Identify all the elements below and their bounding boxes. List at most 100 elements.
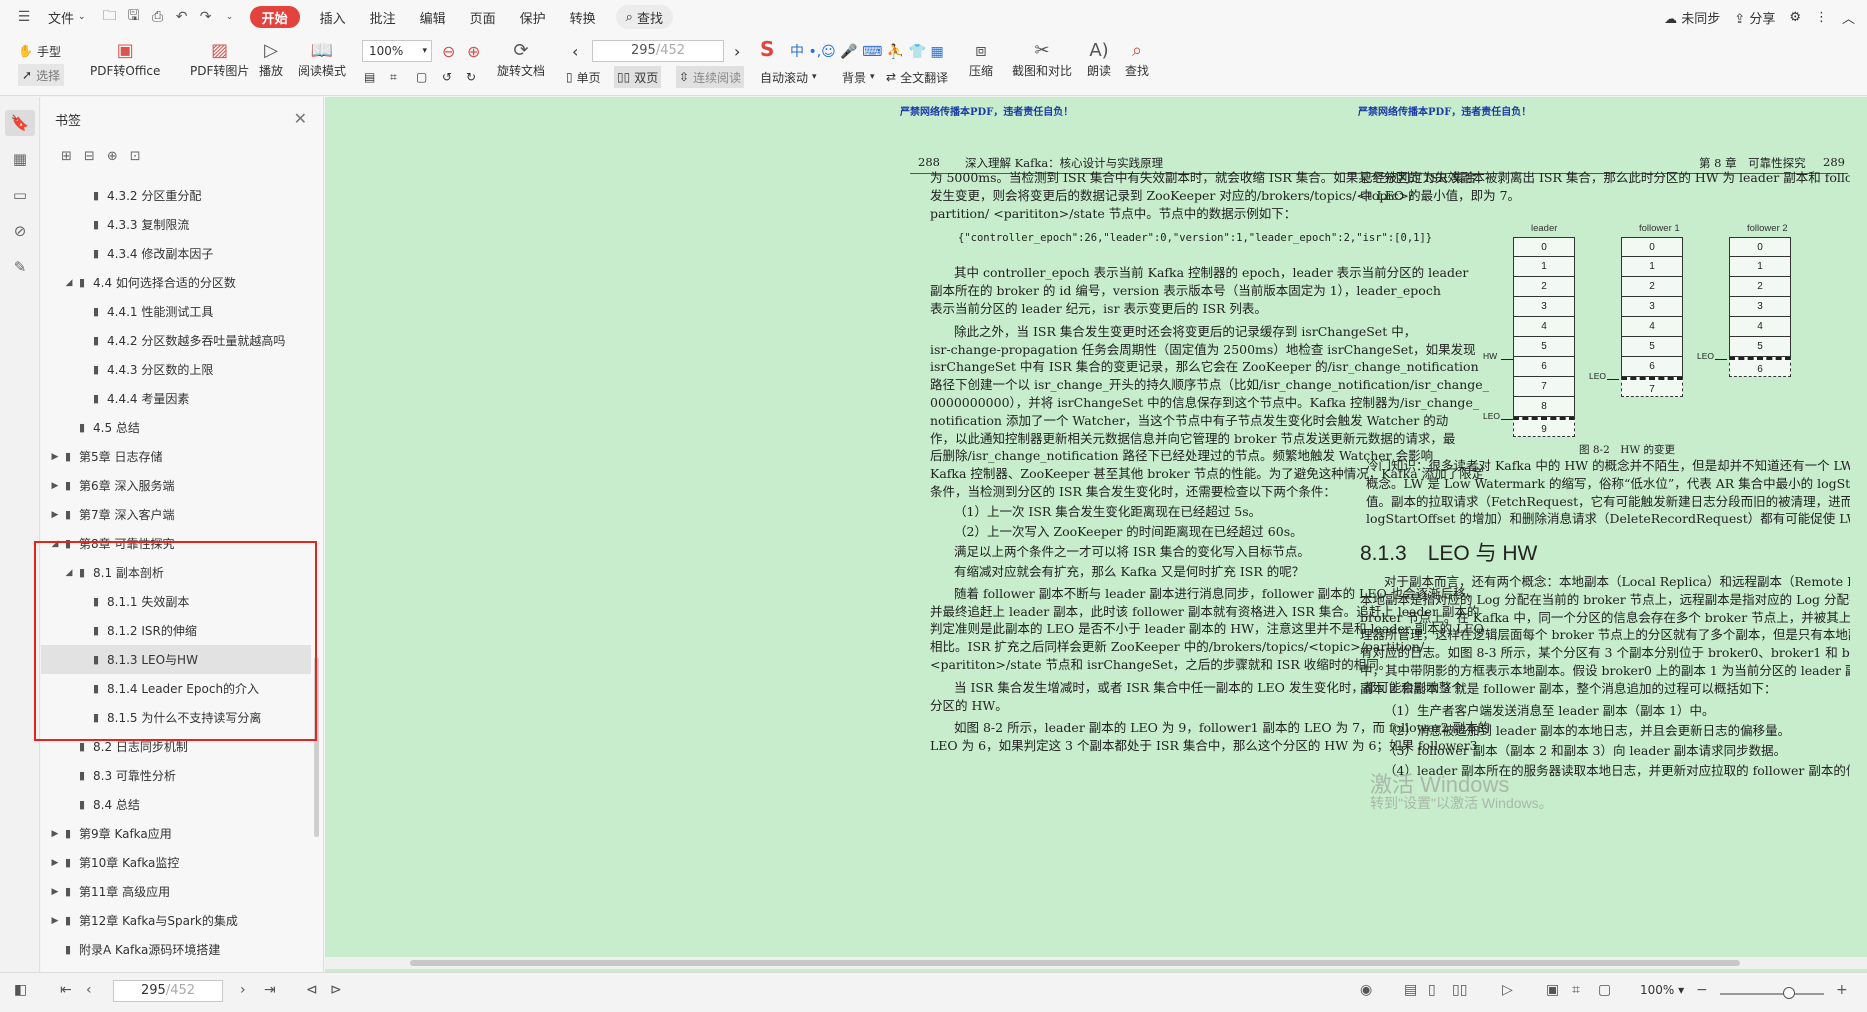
signature-icon[interactable]: ✎ xyxy=(0,249,40,285)
save-icon[interactable]: 🖫 xyxy=(122,0,146,34)
undo-icon[interactable]: ↶ xyxy=(170,0,194,34)
fit-page-icon[interactable]: ▤ xyxy=(364,66,375,88)
tab-page[interactable]: 页面 xyxy=(458,0,508,34)
sync-button[interactable]: ☁ 未同步 xyxy=(1664,8,1720,27)
bookmark-item[interactable]: ▮ 4.5 总结 xyxy=(41,413,311,442)
bookmark-item[interactable]: ◢ ▮ 第8章 可靠性探究 xyxy=(41,529,311,558)
status-page-input[interactable]: 295/452 xyxy=(113,980,223,1002)
expand-all-icon[interactable]: ⊞ xyxy=(61,149,72,164)
rotate-doc-button[interactable]: ⟳ 旋转文档 xyxy=(497,38,545,79)
expand-toggle-icon[interactable]: ▶ xyxy=(49,887,61,897)
expand-toggle-icon[interactable]: ▶ xyxy=(49,510,61,520)
print-icon[interactable]: ⎙ xyxy=(146,0,170,34)
page-number-input[interactable]: 295/452 xyxy=(592,40,724,62)
double-page-view-icon[interactable]: ▯▯ xyxy=(1452,982,1467,998)
zoom-in-icon[interactable]: ⊕ xyxy=(467,40,480,62)
tab-protect[interactable]: 保护 xyxy=(508,0,558,34)
tab-annotate[interactable]: 批注 xyxy=(358,0,408,34)
bookmark-item[interactable]: ▶ ▮ 第5章 日志存储 xyxy=(41,442,311,471)
compress-button[interactable]: ⧈ 压缩 xyxy=(968,38,994,79)
last-page-icon[interactable]: ⇥ xyxy=(264,982,276,998)
search-button[interactable]: ⌕ 查找 xyxy=(615,5,673,29)
expand-toggle-icon[interactable]: ◢ xyxy=(49,539,61,549)
bookmark-item[interactable]: ▮ 8.1.3 LEO与HW xyxy=(41,645,311,674)
redo-icon[interactable]: ↷ xyxy=(194,0,218,34)
translate-button[interactable]: ⇄ 全文翻译 xyxy=(886,66,948,88)
back-icon[interactable]: ⊲ xyxy=(306,982,318,998)
bookmark-item[interactable]: ▮ 附录A Kafka源码环境搭建 xyxy=(41,935,311,964)
prev-page-icon[interactable]: ‹ xyxy=(572,40,578,62)
fit-width-icon[interactable]: ⌗ xyxy=(390,66,397,88)
bookmark-item[interactable]: ▮ 4.4.2 分区数越多吞吐量就越高吗 xyxy=(41,326,311,355)
bookmark-item[interactable]: ▮ 4.3.4 修改副本因子 xyxy=(41,239,311,268)
read-mode-button[interactable]: 📖 阅读模式 xyxy=(298,38,346,79)
bookmark-item[interactable]: ▮ 8.1.2 ISR的伸缩 xyxy=(41,616,311,645)
pdf-to-image-button[interactable]: ▨ PDF转图片 xyxy=(190,38,249,79)
bookmark-item[interactable]: ▶ ▮ 第10章 Kafka监控 xyxy=(41,848,311,877)
file-menu[interactable]: 文件 ⌄ xyxy=(36,0,98,34)
collapse-ribbon-icon[interactable]: ︿ xyxy=(1842,8,1855,27)
eye-icon[interactable]: ◉ xyxy=(1360,982,1372,998)
add-bookmark-icon[interactable]: ⊕ xyxy=(107,149,118,164)
bookmark-item[interactable]: ▮ 8.1.1 失效副本 xyxy=(41,587,311,616)
expand-toggle-icon[interactable]: ▶ xyxy=(49,829,61,839)
bookmark-item[interactable]: ▮ 8.3 可靠性分析 xyxy=(41,761,311,790)
play-button[interactable]: ▷ 播放 xyxy=(258,38,284,79)
settings-icon[interactable]: ⚙ xyxy=(1789,10,1801,25)
read-aloud-button[interactable]: A) 朗读 xyxy=(1086,38,1112,79)
zoom-slider-track[interactable] xyxy=(1720,993,1824,995)
bookmark-item[interactable]: ▶ ▮ 第6章 深入服务端 xyxy=(41,471,311,500)
continuous-read-button[interactable]: ⇳ 连续阅读 xyxy=(676,66,745,88)
zoom-in-icon[interactable]: + xyxy=(1836,982,1848,998)
close-icon[interactable]: ✕ xyxy=(294,109,307,128)
hamburger-icon[interactable]: ☰ xyxy=(12,0,36,34)
bookmark-item[interactable]: ▮ 8.1.5 为什么不支持读写分离 xyxy=(41,703,311,732)
auto-scroll-button[interactable]: 自动滚动 ▾ xyxy=(760,66,817,88)
bookmark-item[interactable]: ▮ 8.2 日志同步机制 xyxy=(41,732,311,761)
zoom-out-icon[interactable]: − xyxy=(1696,982,1708,998)
tab-start[interactable]: 开始 xyxy=(249,6,300,28)
bookmark-icon[interactable]: ⊡ xyxy=(130,149,141,164)
expand-toggle-icon[interactable]: ▶ xyxy=(49,916,61,926)
forward-icon[interactable]: ⊳ xyxy=(330,982,342,998)
bookmark-panel-icon[interactable]: 🔖 xyxy=(0,105,40,141)
more-icon[interactable]: ⋮ xyxy=(1815,10,1828,25)
rotate-left-icon[interactable]: ↺ xyxy=(442,66,452,88)
expand-toggle-icon[interactable]: ▶ xyxy=(49,481,61,491)
fit-width-icon[interactable]: ⌗ xyxy=(1572,982,1580,998)
pdf-to-office-button[interactable]: ▣ PDF转Office xyxy=(90,38,160,79)
tab-convert[interactable]: 转换 xyxy=(558,0,608,34)
single-page-view-icon[interactable]: ▤ xyxy=(1404,982,1417,998)
comment-icon[interactable]: ▭ xyxy=(0,177,40,213)
bookmark-scrollbar[interactable] xyxy=(314,657,319,837)
bookmark-item[interactable]: ▮ 8.4 总结 xyxy=(41,790,311,819)
background-button[interactable]: 背景 ▾ xyxy=(842,66,875,88)
next-page-icon[interactable]: › xyxy=(240,982,246,998)
actual-size-icon[interactable]: ▢ xyxy=(1598,982,1611,998)
prev-page-icon[interactable]: ‹ xyxy=(86,982,92,998)
document-view[interactable]: 严禁网络传播本PDF，违者责任自负！ 288 深入理解 Kafka：核心设计与实… xyxy=(325,97,1867,972)
toggle-sidebar-icon[interactable]: ◧ xyxy=(14,982,27,998)
share-button[interactable]: ⇪ 分享 xyxy=(1734,8,1775,27)
bookmark-item[interactable]: ▶ ▮ 第11章 高级应用 xyxy=(41,877,311,906)
rotate-right-icon[interactable]: ↻ xyxy=(466,66,476,88)
next-page-icon[interactable]: › xyxy=(734,40,740,62)
double-page-button[interactable]: ▯▯ 双页 xyxy=(614,66,662,88)
page-view-icon[interactable]: ▯ xyxy=(1428,982,1436,998)
zoom-slider-knob[interactable] xyxy=(1783,987,1795,999)
attachment-icon[interactable]: ⊘ xyxy=(0,213,40,249)
bookmark-item[interactable]: ▶ ▮ 第9章 Kafka应用 xyxy=(41,819,311,848)
bookmark-item[interactable]: ▶ ▮ 第7章 深入客户端 xyxy=(41,500,311,529)
bookmark-item[interactable]: ▮ 4.4.4 考量因素 xyxy=(41,384,311,413)
bookmark-item[interactable]: ▮ 4.3.3 复制限流 xyxy=(41,210,311,239)
scrollbar-thumb[interactable] xyxy=(410,960,1740,966)
bookmark-item[interactable]: ▮ 4.3.2 分区重分配 xyxy=(41,181,311,210)
play-icon[interactable]: ▷ xyxy=(1502,982,1513,998)
expand-toggle-icon[interactable]: ▶ xyxy=(49,452,61,462)
collapse-all-icon[interactable]: ⊟ xyxy=(84,149,95,164)
zoom-select[interactable]: 100% ▾ xyxy=(362,40,432,62)
zoom-out-icon[interactable]: ⊖ xyxy=(442,40,455,62)
first-page-icon[interactable]: ⇤ xyxy=(60,982,72,998)
horizontal-scrollbar[interactable] xyxy=(325,957,1867,969)
sogou-s-icon[interactable]: S xyxy=(760,37,774,61)
